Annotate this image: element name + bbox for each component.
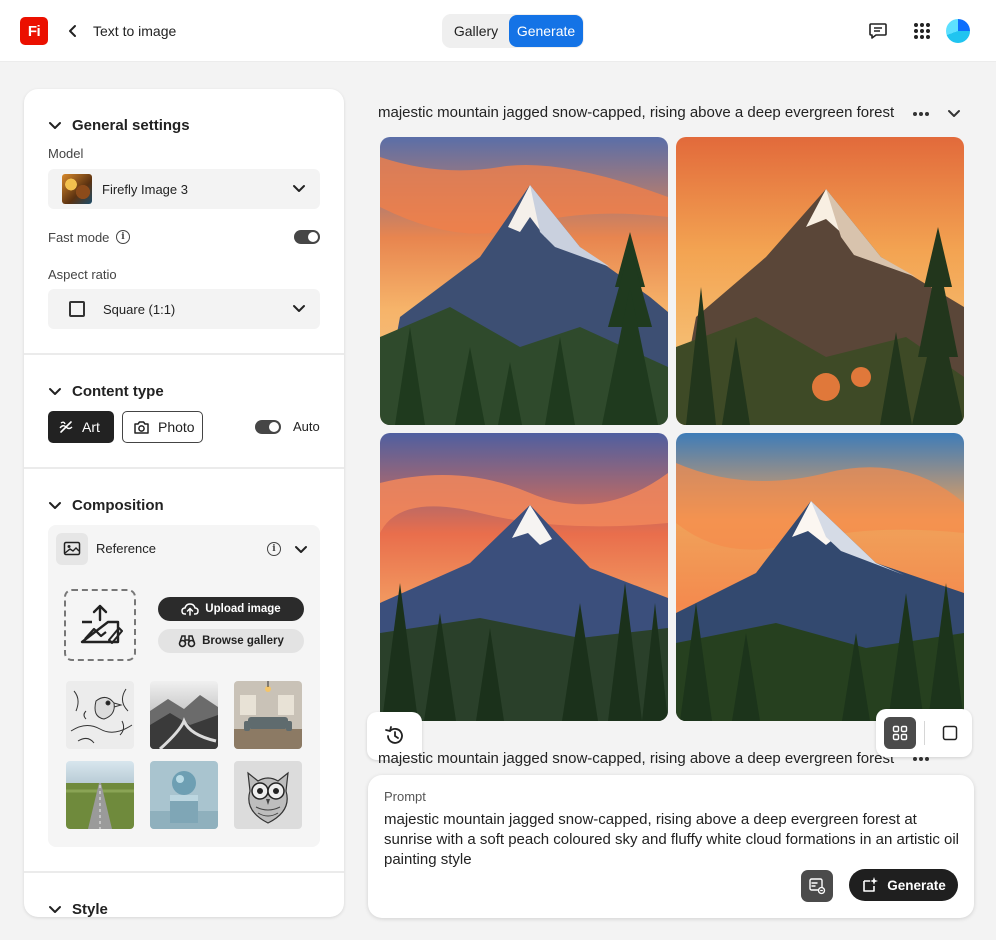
reference-thumbnail-mountains[interactable] — [150, 681, 218, 749]
aspect-ratio-value: Square (1:1) — [103, 301, 176, 317]
settings-panel: General settings Model Firefly Image 3 F… — [24, 89, 344, 917]
reference-thumbnail-bird[interactable] — [66, 681, 134, 749]
tab-generate[interactable]: Generate — [509, 15, 583, 47]
content-type-header[interactable]: Content type — [48, 383, 164, 400]
browse-gallery-label: Browse gallery — [202, 635, 284, 647]
result-image-4[interactable] — [676, 433, 964, 721]
divider — [24, 353, 344, 355]
prompt-textarea[interactable]: majestic mountain jagged snow-capped, ri… — [384, 810, 964, 870]
style-header[interactable]: Style — [48, 901, 108, 917]
art-button[interactable]: Art — [48, 411, 114, 443]
square-ratio-icon — [69, 301, 85, 317]
single-view-button[interactable] — [940, 723, 960, 743]
fast-mode-label: Fast mode — [48, 230, 110, 245]
view-switch — [876, 709, 972, 757]
photo-label: Photo — [158, 419, 195, 435]
more-options-icon[interactable] — [912, 111, 930, 117]
firefly-logo[interactable]: Fi — [20, 17, 48, 45]
model-thumbnail — [62, 174, 92, 204]
reference-icon — [56, 533, 88, 565]
grid-view-button[interactable] — [884, 717, 916, 749]
chevron-down-icon[interactable] — [947, 109, 961, 119]
chevron-down-icon — [293, 305, 305, 312]
prompt-label: Prompt — [384, 789, 426, 804]
result-image-2[interactable] — [676, 137, 964, 425]
single-view-icon — [942, 725, 958, 741]
fast-mode-toggle[interactable] — [294, 230, 320, 244]
chevron-down-icon[interactable] — [294, 545, 308, 555]
upload-image-button[interactable]: Upload image — [158, 597, 304, 621]
reference-thumbnail-road[interactable] — [66, 761, 134, 829]
info-icon[interactable]: i — [267, 542, 281, 556]
model-value: Firefly Image 3 — [102, 181, 188, 197]
feedback-icon[interactable] — [867, 20, 889, 42]
page-title: Text to image — [93, 23, 177, 39]
auto-toggle[interactable] — [255, 420, 281, 434]
composition-header[interactable]: Composition — [48, 497, 164, 514]
chevron-down-icon — [49, 387, 61, 395]
model-dropdown[interactable]: Firefly Image 3 — [48, 169, 320, 209]
reference-thumbnail-living-room[interactable] — [234, 681, 302, 749]
reference-box: Reference i Upload image Browse gallery — [48, 525, 320, 847]
avatar[interactable] — [946, 19, 970, 43]
chevron-down-icon — [49, 501, 61, 509]
art-icon — [59, 421, 73, 433]
prompt-card: Prompt majestic mountain jagged snow-cap… — [368, 775, 974, 918]
photo-button[interactable]: Photo — [122, 411, 203, 443]
upload-image-label: Upload image — [205, 603, 281, 615]
divider — [924, 721, 925, 745]
top-bar: Fi Text to image Gallery Generate — [0, 0, 996, 62]
generate-button[interactable]: Generate — [849, 869, 958, 901]
chevron-down-icon — [49, 121, 61, 129]
aspect-ratio-dropdown[interactable]: Square (1:1) — [48, 289, 320, 329]
chevron-down-icon — [293, 185, 305, 192]
image-upload-icon — [80, 604, 123, 644]
results-prompt-title[interactable]: majestic mountain jagged snow-capped, ri… — [378, 104, 898, 121]
art-label: Art — [82, 419, 100, 435]
model-label: Model — [48, 146, 84, 161]
section-title: General settings — [72, 117, 190, 134]
binoculars-icon — [178, 635, 196, 648]
previous-prompt-title[interactable]: majestic mountain jagged snow-capped, ri… — [378, 750, 898, 767]
history-icon — [384, 726, 403, 744]
aspect-ratio-label: Aspect ratio — [48, 267, 117, 282]
auto-label: Auto — [293, 419, 320, 434]
reference-thumbnail-sphere[interactable] — [150, 761, 218, 829]
chevron-down-icon — [49, 905, 61, 913]
grid-view-icon — [892, 725, 908, 741]
apps-grid-icon[interactable] — [911, 20, 933, 42]
reference-label: Reference — [96, 541, 156, 556]
image-settings-icon — [809, 878, 826, 895]
prompt-settings-button[interactable] — [801, 870, 833, 902]
camera-icon — [134, 420, 149, 434]
section-title: Style — [72, 901, 108, 917]
general-settings-header[interactable]: General settings — [48, 117, 190, 134]
section-title: Content type — [72, 383, 164, 400]
cloud-upload-icon — [181, 603, 200, 616]
info-icon[interactable]: i — [116, 230, 130, 244]
reference-thumbnail-owl[interactable] — [234, 761, 302, 829]
divider — [24, 467, 344, 469]
generate-sparkle-icon — [863, 877, 879, 892]
result-image-1[interactable] — [380, 137, 668, 425]
generate-label: Generate — [887, 877, 946, 893]
divider — [24, 871, 344, 873]
back-icon[interactable] — [66, 23, 80, 39]
section-title: Composition — [72, 497, 164, 514]
tab-gallery[interactable]: Gallery — [443, 15, 509, 47]
browse-gallery-button[interactable]: Browse gallery — [158, 629, 304, 653]
upload-dropzone[interactable] — [64, 589, 136, 661]
mode-switch: Gallery Generate — [442, 14, 584, 48]
result-image-3[interactable] — [380, 433, 668, 721]
